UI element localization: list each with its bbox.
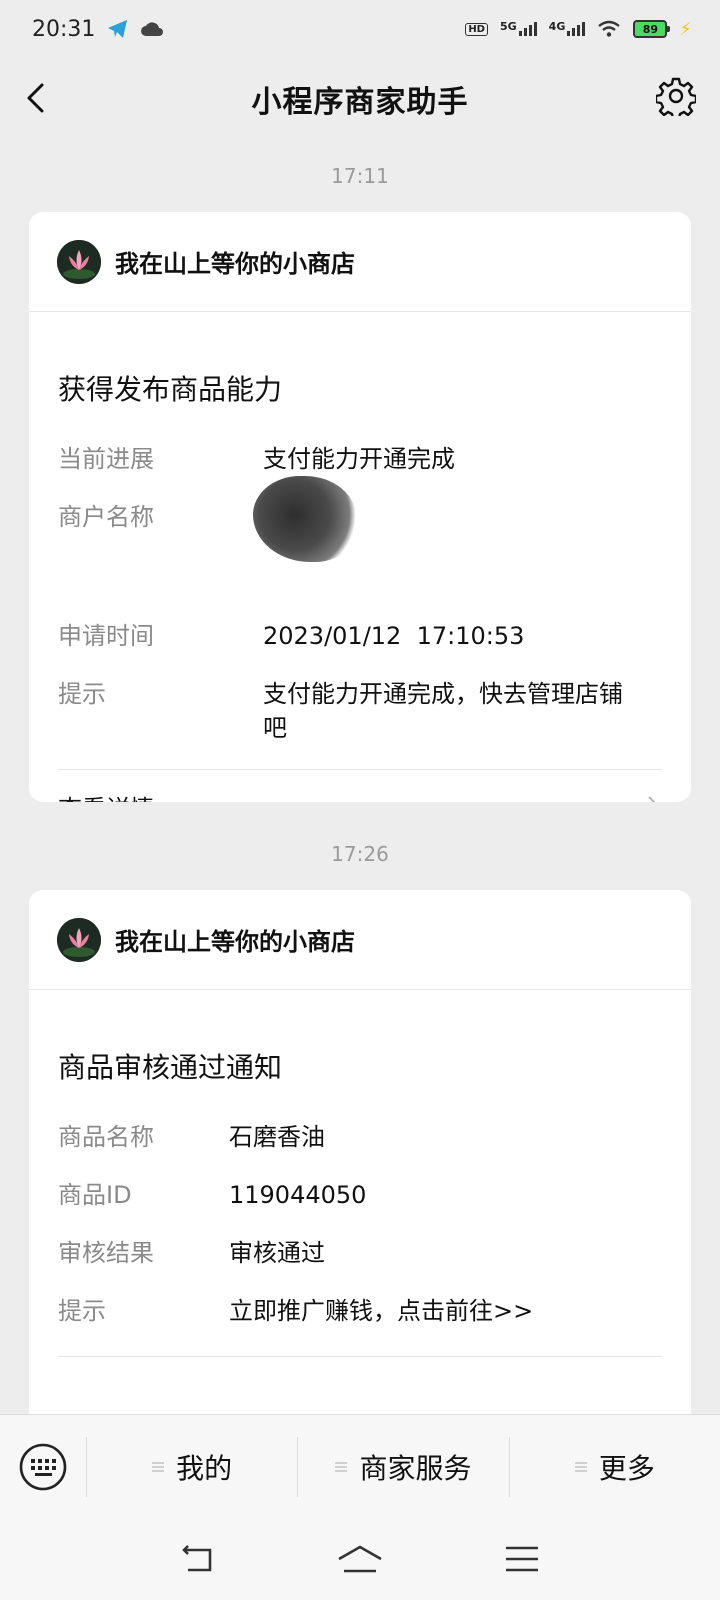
info-row: 商品名称 石磨香油 [58, 1120, 662, 1154]
info-row: 审核结果 审核通过 [58, 1236, 662, 1270]
menu-item-label: 我的 [176, 1451, 233, 1485]
info-row: 商户名称 [58, 476, 662, 595]
menu-item-more[interactable]: 更多 [508, 1436, 720, 1497]
message-time: 17:11 [331, 164, 389, 188]
signal-4g: 4G [549, 20, 586, 39]
message-card[interactable]: 我在山上等你的小商店 获得发布商品能力 当前进展 支付能力开通完成 商户名称 申… [29, 212, 691, 802]
card-body: 获得发布商品能力 当前进展 支付能力开通完成 商户名称 申请时间 2023/01… [29, 368, 691, 745]
lotus-icon [57, 917, 101, 962]
title-bar: 小程序商家助手 [0, 58, 720, 140]
row-value [253, 476, 367, 595]
menu-item-merchant-services[interactable]: 商家服务 [297, 1436, 508, 1497]
row-value: 2023/01/12 17:10:53 [263, 622, 525, 650]
card-title: 商品审核通过通知 [58, 1051, 283, 1084]
menu-lines-icon[interactable] [504, 1544, 540, 1574]
row-value: 支付能力开通完成，快去管理店铺吧 [263, 680, 623, 742]
status-bar: 20:31 HD 5G 4G 89 ⚡ [0, 0, 720, 58]
avatar[interactable] [57, 239, 101, 284]
message-time: 17:26 [331, 842, 389, 866]
home-icon[interactable] [336, 1543, 384, 1575]
row-label: 申请时间 [58, 622, 154, 650]
wifi-icon [598, 20, 621, 37]
row-value: 119044050 [229, 1181, 367, 1209]
system-nav-bar [0, 1518, 720, 1600]
card-header[interactable]: 我在山上等你的小商店 [29, 890, 691, 990]
info-row: 当前进展 支付能力开通完成 [58, 442, 662, 476]
row-value: 石磨香油 [229, 1123, 325, 1151]
row-value: 支付能力开通完成 [263, 445, 455, 473]
info-row: 提示 支付能力开通完成，快去管理店铺吧 [58, 677, 662, 745]
shop-name: 我在山上等你的小商店 [115, 928, 355, 956]
row-label: 审核结果 [58, 1239, 154, 1267]
menu-item-label: 商家服务 [359, 1451, 472, 1485]
info-row: 商品ID 119044050 [58, 1178, 662, 1212]
shop-name: 我在山上等你的小商店 [115, 250, 355, 278]
card-header[interactable]: 我在山上等你的小商店 [29, 212, 691, 312]
row-label: 商品名称 [58, 1123, 154, 1151]
keyboard-toggle-button[interactable] [0, 1415, 86, 1519]
menu-item-label: 更多 [598, 1451, 655, 1485]
row-label: 商户名称 [58, 503, 154, 531]
info-row: 申请时间 2023/01/12 17:10:53 [58, 619, 662, 653]
card-body: 商品审核通过通知 商品名称 石磨香油 商品ID 119044050 审核结果 审… [29, 1046, 691, 1328]
redacted-merchant-name [253, 476, 357, 562]
info-row[interactable]: 提示 立即推广赚钱，点击前往>> [58, 1294, 662, 1328]
view-details-link[interactable]: 查看详情 [58, 769, 662, 802]
back-icon[interactable] [18, 78, 58, 118]
bottom-menu: 我的 商家服务 更多 [0, 1414, 720, 1518]
gear-icon[interactable] [656, 76, 696, 116]
signal-5g: 5G [500, 20, 537, 39]
view-details-label: 查看详情 [58, 789, 154, 802]
row-value[interactable]: 立即推广赚钱，点击前往>> [229, 1294, 533, 1328]
status-left: 20:31 [32, 16, 164, 42]
chevron-right-icon [648, 795, 656, 802]
cloud-icon [141, 22, 164, 36]
menu-item-mine[interactable]: 我的 [86, 1436, 297, 1497]
row-label: 商品ID [58, 1181, 132, 1209]
row-label: 当前进展 [58, 445, 154, 473]
battery-icon: 89 [633, 20, 671, 38]
row-label: 提示 [58, 680, 106, 708]
avatar[interactable] [57, 917, 101, 962]
status-right: HD 5G 4G 89 ⚡ [465, 19, 692, 40]
clock: 20:31 [32, 16, 96, 42]
row-label: 提示 [58, 1297, 106, 1325]
page-title: 小程序商家助手 [251, 85, 469, 120]
telegram-icon [108, 20, 128, 38]
divider [58, 1356, 662, 1357]
menu-icon [152, 1461, 165, 1472]
row-value: 审核通过 [229, 1239, 325, 1267]
keyboard-icon [19, 1443, 67, 1490]
lotus-icon [57, 239, 101, 284]
charging-icon: ⚡ [679, 18, 692, 40]
hd-icon: HD [465, 22, 488, 36]
menu-icon [335, 1461, 348, 1472]
back-gesture-icon[interactable] [180, 1544, 216, 1574]
menu-icon [574, 1461, 587, 1472]
message-card[interactable]: 我在山上等你的小商店 商品审核通过通知 商品名称 石磨香油 商品ID 11904… [29, 890, 691, 1430]
card-title: 获得发布商品能力 [58, 373, 283, 406]
